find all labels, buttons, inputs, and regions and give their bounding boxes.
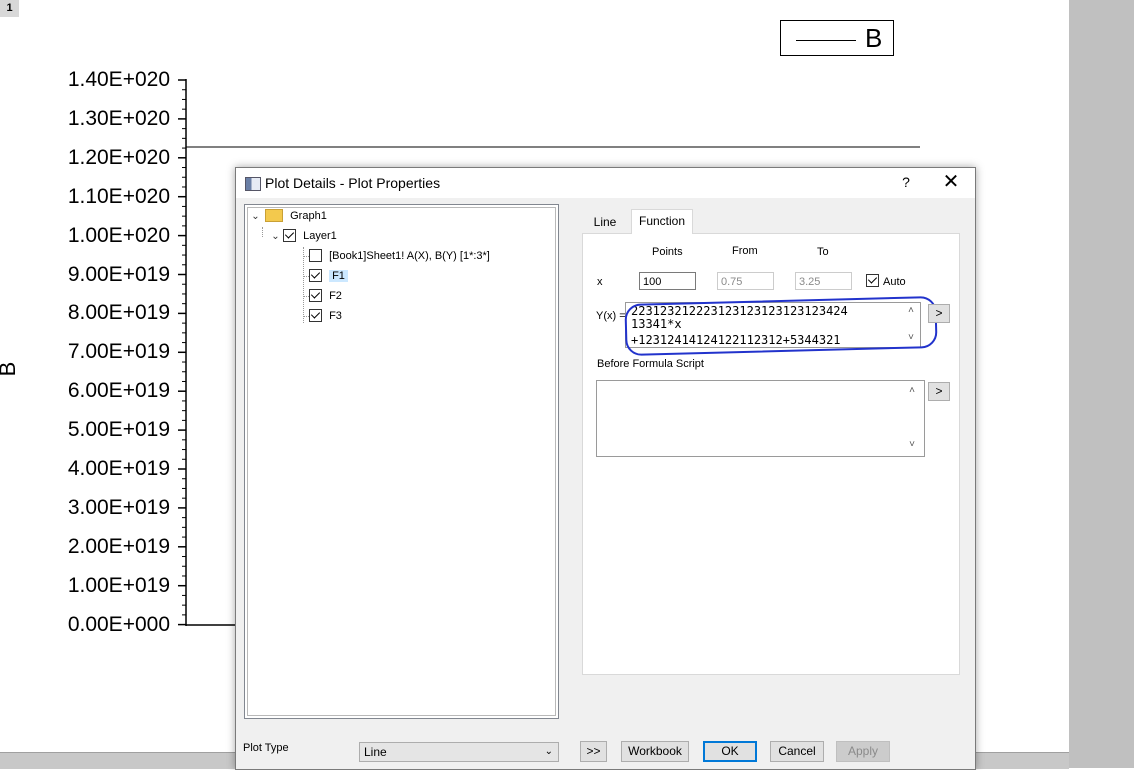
- scroll-up-icon[interactable]: ˄: [906, 385, 918, 396]
- yx-label: Y(x) =: [596, 310, 626, 322]
- to-input[interactable]: 3.25: [795, 272, 852, 290]
- x-label: x: [597, 276, 603, 288]
- ok-button[interactable]: OK: [703, 741, 757, 762]
- y-tick-label: 1.00E+020: [67, 223, 170, 247]
- y-tick-label: 8.00E+019: [67, 301, 170, 325]
- tree-item-layer[interactable]: ⌄ Layer1: [271, 227, 337, 245]
- auto-label: Auto: [883, 276, 906, 288]
- y-tick-label: 2.00E+019: [67, 534, 170, 558]
- tree-item-label: [Book1]Sheet1! A(X), B(Y) [1*:3*]: [329, 250, 490, 262]
- expand-script-button[interactable]: >: [928, 382, 950, 401]
- workbook-button[interactable]: Workbook: [621, 741, 689, 762]
- from-input[interactable]: 0.75: [717, 272, 774, 290]
- y-axis-ticks: [178, 79, 186, 626]
- dialog-title: Plot Details - Plot Properties: [265, 175, 441, 191]
- y-tick-label: 3.00E+019: [67, 495, 170, 519]
- expand-expression-button[interactable]: >: [928, 304, 950, 323]
- scroll-down-icon[interactable]: ˅: [906, 439, 918, 450]
- chevron-down-icon: ⌄: [544, 746, 553, 757]
- legend-label: B: [865, 23, 883, 53]
- help-button[interactable]: ?: [898, 174, 914, 190]
- tree-item-label: F1: [329, 270, 348, 282]
- y-tick-label: 1.10E+020: [67, 184, 170, 208]
- plot-tree[interactable]: ⌄ Graph1 ⌄ Layer1 [Book1]Sheet1! A(X), B…: [244, 204, 559, 719]
- cancel-button[interactable]: Cancel: [770, 741, 824, 762]
- tree-item-dataset[interactable]: [Book1]Sheet1! A(X), B(Y) [1*:3*]: [309, 247, 490, 265]
- y-tick-label: 9.00E+019: [67, 262, 170, 286]
- y-tick-label: 4.00E+019: [67, 457, 170, 480]
- auto-checkbox[interactable]: Auto: [866, 274, 906, 288]
- app-window-icon: [245, 177, 261, 191]
- close-icon[interactable]: ✕: [940, 170, 962, 194]
- layer-checkbox[interactable]: [283, 228, 297, 242]
- f1-checkbox[interactable]: [309, 268, 322, 282]
- plot-details-dialog: Plot Details - Plot Properties ? ✕ ⌄ Gra…: [235, 167, 976, 770]
- y-tick-label: 6.00E+019: [67, 379, 170, 403]
- before-formula-script-input[interactable]: ˄ ˅: [596, 380, 925, 457]
- plot-type-label: Plot Type: [243, 742, 289, 754]
- y-tick-label: 1.40E+020: [67, 68, 170, 91]
- chevron-down-icon[interactable]: ⌄: [251, 208, 260, 226]
- auto-check-icon[interactable]: [866, 274, 879, 288]
- plot-type-select[interactable]: Line ⌄: [359, 742, 559, 762]
- tree-item-label: F2: [329, 290, 342, 302]
- points-header: Points: [652, 246, 683, 258]
- apply-button[interactable]: Apply: [836, 741, 890, 762]
- workspace-background: [1069, 0, 1134, 768]
- tree-item-label: Layer1: [303, 230, 337, 242]
- y-tick-label: 5.00E+019: [67, 418, 170, 442]
- tree-item-graph[interactable]: ⌄ Graph1: [251, 207, 327, 225]
- tree-item-label: Graph1: [290, 210, 327, 222]
- y-tick-label: 1.30E+020: [67, 106, 170, 130]
- plot-type-value: Line: [364, 745, 387, 759]
- hand-drawn-highlight-annotation: [624, 295, 938, 357]
- tree-item-f2[interactable]: F2: [309, 287, 342, 305]
- to-header: To: [817, 246, 829, 258]
- y-tick-label: 1.00E+019: [67, 573, 170, 597]
- tree-item-label: F3: [329, 310, 342, 322]
- tree-item-f3[interactable]: F3: [309, 307, 342, 325]
- dataset-checkbox[interactable]: [309, 248, 322, 262]
- legend[interactable]: B: [780, 20, 894, 56]
- tab-line[interactable]: Line: [583, 211, 627, 233]
- from-header: From: [732, 245, 758, 257]
- folder-icon: [265, 208, 284, 222]
- f3-checkbox[interactable]: [309, 308, 322, 322]
- points-input[interactable]: 100: [639, 272, 696, 290]
- before-formula-script-label: Before Formula Script: [597, 358, 704, 370]
- more-button[interactable]: >>: [580, 741, 607, 762]
- tab-function[interactable]: Function: [631, 209, 693, 234]
- legend-line-sample: [796, 40, 856, 41]
- y-tick-label: 0.00E+000: [67, 612, 170, 636]
- dialog-titlebar[interactable]: Plot Details - Plot Properties ? ✕: [236, 168, 975, 198]
- y-tick-label: 7.00E+019: [67, 340, 170, 364]
- tree-item-f1[interactable]: F1: [309, 267, 348, 285]
- chevron-down-icon[interactable]: ⌄: [271, 228, 280, 246]
- f2-checkbox[interactable]: [309, 288, 322, 302]
- y-tick-label: 1.20E+020: [67, 145, 170, 169]
